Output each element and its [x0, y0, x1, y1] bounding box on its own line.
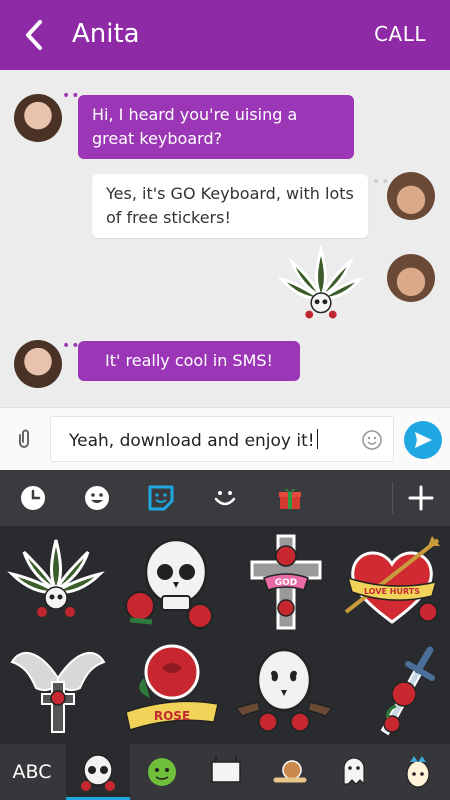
message-input[interactable]: Yeah, download and enjoy it! [50, 416, 394, 462]
app-header: Anita CALL [0, 0, 450, 70]
skull-pack-icon [81, 754, 115, 791]
sticker-icon[interactable] [146, 483, 176, 513]
ghost-icon [343, 757, 365, 786]
back-arrow-icon[interactable] [20, 18, 50, 52]
send-icon [415, 432, 432, 448]
chat-area: •• Hi, I heard you're uising a great key… [0, 70, 450, 407]
sticker-pack-bar: ABC [0, 744, 450, 800]
green-monster-icon [148, 758, 176, 786]
message-bubble-incoming[interactable]: It' really cool in SMS! [78, 341, 300, 381]
sticker-grid: GOD LOVE HURTS ROSE [0, 526, 450, 744]
egg-character-icon [406, 756, 430, 788]
emoticon-icon[interactable] [210, 483, 240, 513]
send-button[interactable] [404, 421, 442, 459]
call-button[interactable]: CALL [374, 22, 426, 46]
snail-icon [273, 760, 307, 783]
sign-board-icon [211, 756, 241, 783]
contact-avatar[interactable] [14, 94, 62, 142]
my-avatar[interactable] [387, 254, 435, 302]
cannabis-skull-sticker[interactable] [6, 534, 106, 634]
svg-text:ROSE: ROSE [154, 709, 190, 723]
message-bubble-outgoing[interactable]: Yes, it's GO Keyboard, with lots of free… [92, 174, 368, 238]
contact-avatar[interactable] [14, 340, 62, 388]
emoji-icon[interactable] [361, 429, 383, 451]
skull-pistols-sticker[interactable] [234, 636, 334, 736]
pack-tab-ghost[interactable] [322, 744, 386, 800]
message-bubble-incoming[interactable]: Hi, I heard you're uising a great keyboa… [78, 95, 354, 159]
message-composer: Yeah, download and enjoy it! [0, 407, 450, 470]
emoji-icon[interactable] [82, 483, 112, 513]
recent-icon[interactable] [18, 483, 48, 513]
sticker-keyboard: GOD LOVE HURTS ROSE ABC [0, 470, 450, 800]
cross-god-sticker[interactable]: GOD [236, 532, 336, 632]
pack-tab-monster[interactable] [130, 744, 194, 800]
keyboard-tab-bar [0, 470, 450, 526]
svg-text:LOVE HURTS: LOVE HURTS [364, 587, 420, 596]
winged-cross-sticker[interactable] [8, 638, 108, 738]
pack-tab-snail[interactable] [258, 744, 322, 800]
add-icon[interactable] [406, 483, 436, 513]
cannabis-skull-sticker[interactable] [272, 242, 370, 340]
pack-tab-skull[interactable] [66, 744, 130, 800]
rose-banner-sticker[interactable]: ROSE [122, 638, 222, 738]
pack-tab-egg[interactable] [386, 744, 450, 800]
gift-icon[interactable] [275, 483, 305, 513]
message-input-text: Yeah, download and enjoy it! [69, 429, 318, 451]
abc-button[interactable]: ABC [0, 744, 64, 800]
contact-name: Anita [72, 19, 140, 49]
tab-divider [392, 482, 393, 514]
love-hurts-heart-sticker[interactable]: LOVE HURTS [342, 532, 442, 632]
pack-tab-sign[interactable] [194, 744, 258, 800]
skull-roses-sticker[interactable] [122, 532, 222, 632]
my-avatar[interactable] [387, 172, 435, 220]
dagger-rose-sticker[interactable] [352, 638, 450, 738]
attachment-icon[interactable] [14, 427, 34, 451]
svg-text:GOD: GOD [275, 578, 298, 588]
